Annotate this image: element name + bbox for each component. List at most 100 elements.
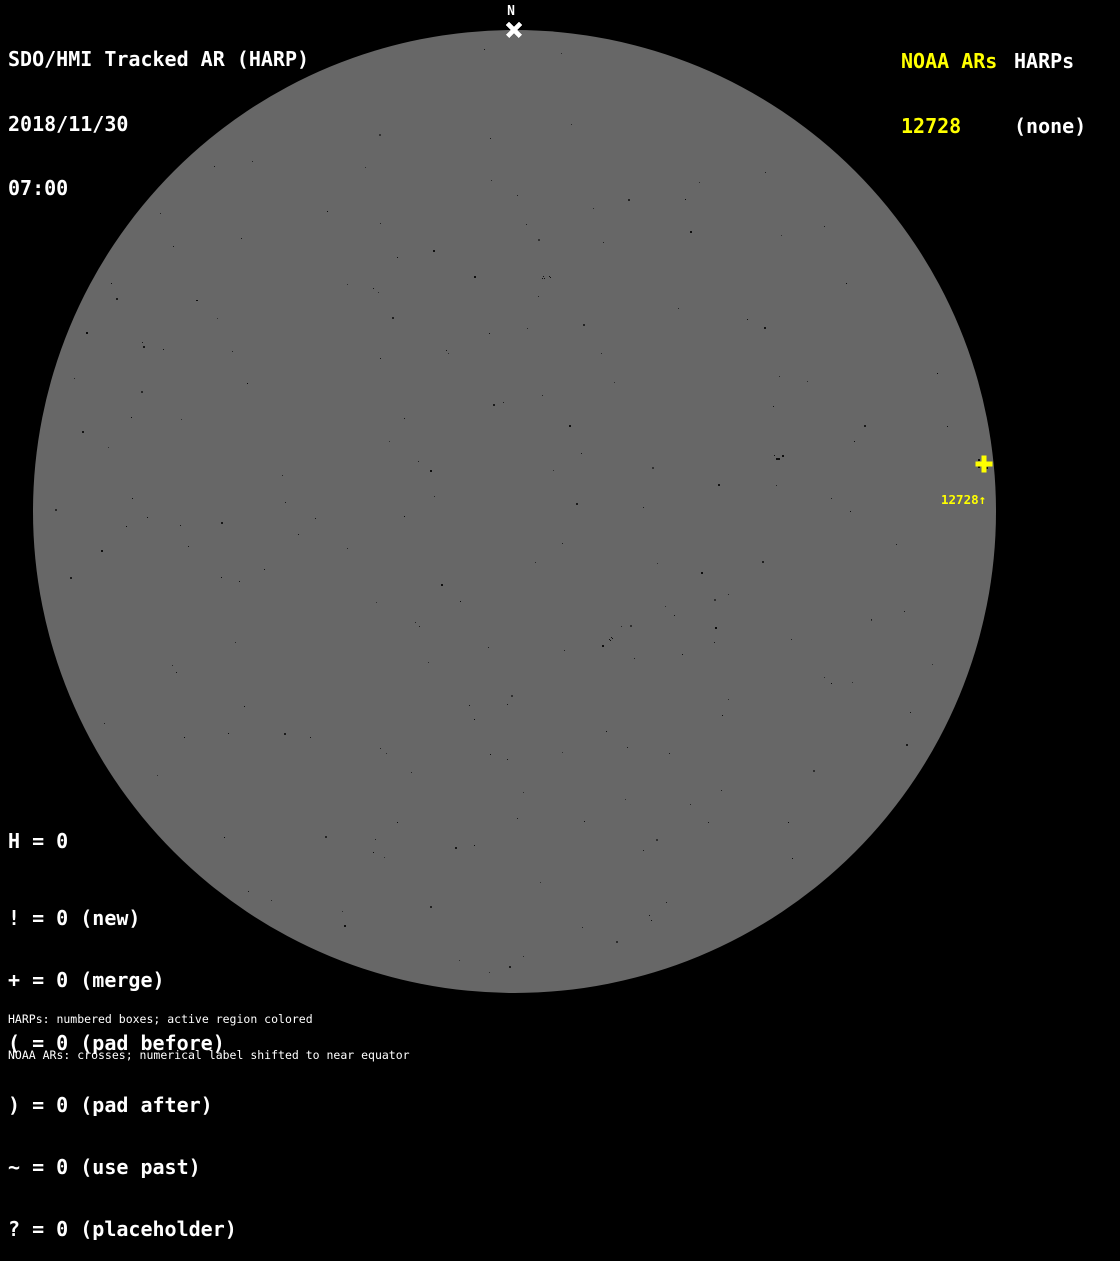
speckle [583, 324, 585, 326]
legend-harp-count: H = 0 [8, 829, 69, 853]
noaa-ars-column: NOAA ARs 12728 [901, 8, 997, 159]
speckle [665, 606, 666, 607]
speckle [643, 507, 644, 508]
speckle [241, 238, 242, 239]
speckle [728, 699, 729, 700]
speckle [197, 300, 198, 301]
speckle [601, 353, 602, 354]
speckle [488, 647, 489, 648]
speckle [141, 391, 143, 393]
speckle [544, 278, 545, 279]
speckle [582, 927, 583, 928]
speckle [630, 625, 632, 627]
speckle [509, 966, 511, 968]
speckle [459, 960, 460, 961]
speckle [82, 431, 84, 433]
speckle [523, 792, 524, 793]
speckle [656, 839, 658, 841]
speckle [490, 754, 491, 755]
speckle [434, 496, 435, 497]
speckle [778, 458, 780, 460]
speckle [543, 276, 544, 277]
speckle [685, 199, 686, 200]
speckle [852, 682, 853, 683]
speckle [181, 419, 182, 420]
speckle [221, 577, 222, 578]
speckle [143, 346, 145, 348]
legend-item-new: ! = 0 (new) [8, 906, 141, 930]
legend-item-merge: + = 0 (merge) [8, 968, 165, 993]
harps-label: HARPs [1014, 49, 1075, 73]
speckle [779, 376, 780, 377]
speckle [284, 733, 286, 735]
noaa-ars-label: NOAA ARs [901, 49, 998, 73]
speckle [433, 250, 435, 252]
speckle [616, 941, 618, 943]
speckle [649, 915, 650, 916]
speckle [70, 577, 72, 579]
speckle [628, 199, 630, 201]
speckle [542, 395, 543, 396]
speckle [116, 298, 118, 300]
speckle [634, 658, 635, 659]
footnote-harps: HARPs: numbered boxes; active region col… [8, 1012, 313, 1026]
speckle [111, 283, 112, 284]
speckle [104, 723, 105, 724]
speckle [773, 406, 774, 407]
north-label: N [507, 4, 515, 19]
speckle [871, 619, 872, 620]
speckle [404, 516, 405, 517]
speckle [347, 284, 348, 285]
speckle [652, 467, 654, 469]
speckle [430, 470, 432, 472]
speckle [378, 292, 379, 293]
speckle [176, 672, 177, 673]
speckle [571, 124, 572, 125]
speckle [824, 677, 825, 678]
speckle [365, 167, 366, 168]
speckle [561, 53, 562, 54]
harps-value: (none) [1014, 113, 1087, 138]
speckle [285, 502, 286, 503]
speckle [674, 615, 675, 616]
speckle [523, 956, 524, 957]
speckle [460, 601, 461, 602]
speckle [846, 283, 847, 284]
north-x-marker-icon [504, 20, 524, 40]
speckle [489, 972, 490, 973]
speckle [621, 626, 622, 627]
speckle [172, 665, 173, 666]
speckle [610, 640, 611, 641]
speckle [774, 455, 775, 456]
speckle [375, 839, 376, 840]
speckle [562, 543, 563, 544]
speckle [415, 622, 416, 623]
speckle [108, 447, 109, 448]
legend-item-use-past: ~ = 0 (use past) [8, 1155, 201, 1180]
harp-tracking-frame: { "colors": { "background": "#000000", "… [0, 0, 1120, 1240]
speckle [792, 858, 793, 859]
speckle [344, 925, 346, 927]
speckle [86, 332, 88, 334]
speckle [682, 654, 683, 655]
speckle [764, 327, 766, 329]
speckle [910, 712, 911, 713]
speckle [142, 342, 143, 343]
speckle [776, 485, 777, 486]
speckle [419, 626, 420, 627]
speckle [132, 498, 133, 499]
speckle [327, 211, 328, 212]
speckle [721, 790, 722, 791]
speckle [714, 642, 715, 643]
speckle [906, 744, 908, 746]
speckle [606, 731, 607, 732]
speckle [747, 319, 748, 320]
harps-column: HARPs (none) [1014, 8, 1086, 159]
speckle [542, 278, 543, 279]
speckle [493, 404, 495, 406]
speckle [342, 911, 343, 912]
speckle [549, 276, 550, 277]
speckle [807, 381, 808, 382]
speckle [553, 470, 554, 471]
speckle [180, 525, 181, 526]
